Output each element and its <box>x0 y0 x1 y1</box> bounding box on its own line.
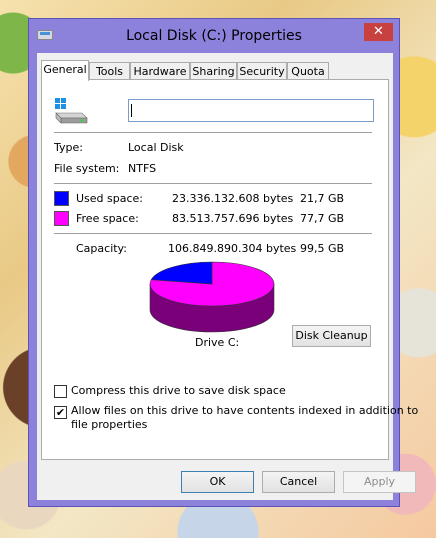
used-space-bytes: 23.336.132.608 bytes <box>172 192 294 205</box>
capacity-label: Capacity: <box>76 242 127 255</box>
checkmark-icon: ✔ <box>55 406 66 419</box>
used-space-label: Used space: <box>76 192 144 205</box>
tab-quota[interactable]: Quota <box>287 62 329 80</box>
cancel-button[interactable]: Cancel <box>262 471 335 493</box>
capacity-size: 99,5 GB <box>300 242 345 255</box>
properties-window: Local Disk (C:) Properties ✕ General Too… <box>28 18 418 507</box>
ok-button[interactable]: OK <box>181 471 254 493</box>
free-space-bytes: 83.513.757.696 bytes <box>172 212 294 225</box>
text-caret <box>131 104 132 117</box>
tab-tools[interactable]: Tools <box>89 62 130 80</box>
tab-hardware[interactable]: Hardware <box>130 62 190 80</box>
compress-checkbox[interactable] <box>54 385 67 398</box>
tab-general[interactable]: General <box>41 60 89 81</box>
disk-usage-pie-chart <box>149 261 275 333</box>
drive-name-input[interactable] <box>128 99 374 122</box>
type-value: Local Disk <box>128 141 184 154</box>
close-button[interactable]: ✕ <box>364 23 393 41</box>
close-icon: ✕ <box>373 24 384 39</box>
free-space-label: Free space: <box>76 212 139 225</box>
dialog-client: General Tools Hardware Sharing Security … <box>37 53 418 500</box>
index-label-line2: file properties <box>71 418 148 431</box>
compress-label: Compress this drive to save disk space <box>71 384 286 397</box>
divider-middle <box>54 183 372 184</box>
window-title: Local Disk (C:) Properties <box>126 28 302 44</box>
capacity-bytes: 106.849.890.304 bytes <box>168 242 297 255</box>
type-label: Type: <box>54 141 83 154</box>
divider-capacity <box>54 233 372 234</box>
index-label: Allow files on this drive to have conten… <box>71 404 419 417</box>
disk-cleanup-button[interactable]: Disk Cleanup <box>292 325 371 347</box>
used-space-swatch <box>54 191 69 206</box>
title-bar[interactable]: Local Disk (C:) Properties ✕ <box>29 19 399 53</box>
drive-letter-label: Drive C: <box>195 336 240 349</box>
index-checkbox[interactable]: ✔ <box>54 406 67 419</box>
used-space-size: 21,7 GB <box>300 192 345 205</box>
free-space-swatch <box>54 211 69 226</box>
file-system-value: NTFS <box>128 162 157 175</box>
divider-top <box>54 132 372 133</box>
file-system-label: File system: <box>54 162 120 175</box>
free-space-size: 77,7 GB <box>300 212 345 225</box>
tab-security[interactable]: Security <box>237 62 287 80</box>
general-tab-panel: Type: Local Disk File system: NTFS Used … <box>41 79 418 460</box>
hard-drive-icon <box>55 98 88 124</box>
tab-sharing[interactable]: Sharing <box>190 62 237 80</box>
apply-button[interactable]: Apply <box>343 471 416 493</box>
